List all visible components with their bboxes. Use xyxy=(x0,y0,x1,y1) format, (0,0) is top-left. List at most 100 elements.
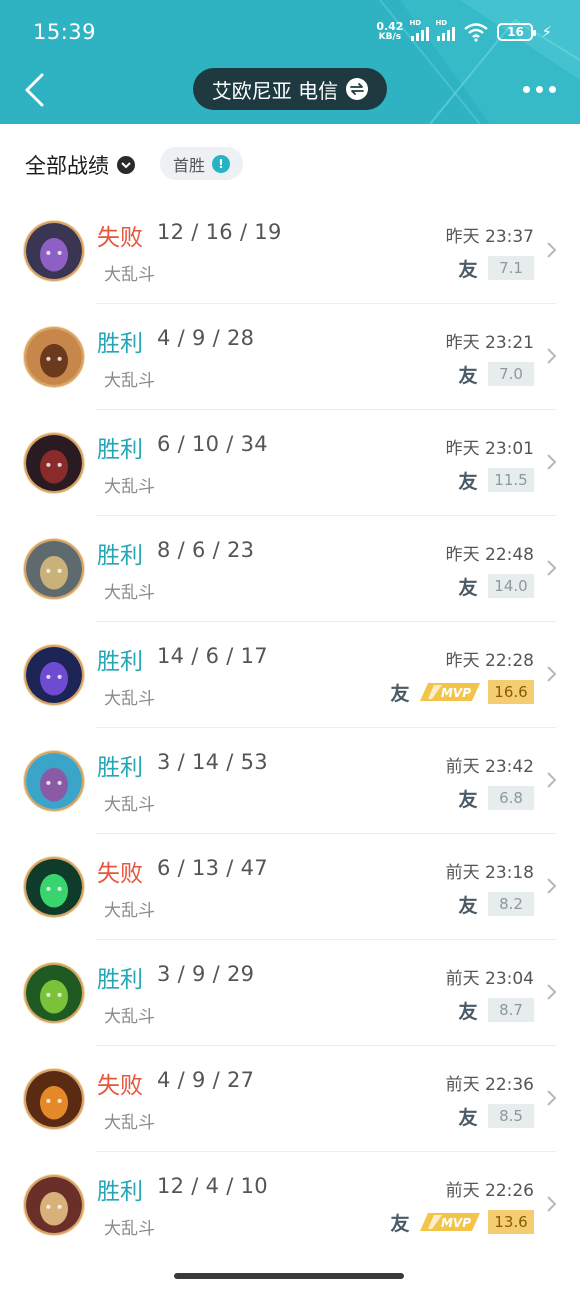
match-tags: 友 MVP 11.5 xyxy=(456,468,534,492)
dot-icon xyxy=(523,86,530,93)
match-row[interactable]: 胜利 12 / 4 / 10 大乱斗 前天 22:26 友 MVP 13.6 xyxy=(0,1152,580,1258)
champion-avatar xyxy=(24,539,84,599)
friend-icon: 友 xyxy=(390,682,409,704)
info-icon: ! xyxy=(212,154,230,173)
match-result: 胜利 xyxy=(97,755,143,781)
match-row[interactable]: 失败 12 / 16 / 19 大乱斗 昨天 23:37 友 MVP 7.1 xyxy=(0,198,580,304)
champion-portrait xyxy=(26,329,82,385)
kda-score: 6 / 13 / 47 xyxy=(157,856,268,880)
match-row[interactable]: 失败 6 / 13 / 47 大乱斗 前天 23:18 友 MVP 8.2 xyxy=(0,834,580,940)
match-row[interactable]: 失败 4 / 9 / 27 大乱斗 前天 22:36 友 MVP 8.5 xyxy=(0,1046,580,1152)
champion-portrait xyxy=(26,647,82,703)
match-tags: 友 MVP 14.0 xyxy=(456,574,534,598)
match-time: 昨天 23:21 xyxy=(445,333,534,353)
match-row[interactable]: 胜利 8 / 6 / 23 大乱斗 昨天 22:48 友 MVP 14.0 xyxy=(0,516,580,622)
champion-avatar xyxy=(24,327,84,387)
match-filter-dropdown[interactable]: 全部战绩 xyxy=(25,150,135,180)
dot-icon xyxy=(536,86,543,93)
match-time: 前天 23:18 xyxy=(445,863,534,883)
signal-icon: HD xyxy=(435,19,456,41)
match-time: 前天 23:04 xyxy=(445,969,534,989)
status-time: 15:39 xyxy=(33,20,97,44)
kda-score: 6 / 10 / 34 xyxy=(157,432,268,456)
champion-portrait xyxy=(26,859,82,915)
chevron-right-icon xyxy=(547,1090,557,1106)
svg-text:友: 友 xyxy=(458,470,477,492)
match-tags: 友 MVP 13.6 xyxy=(388,1210,534,1234)
signal-icon: HD xyxy=(409,19,430,41)
champion-portrait xyxy=(26,1071,82,1127)
match-row[interactable]: 胜利 3 / 14 / 53 大乱斗 前天 23:42 友 MVP 6.8 xyxy=(0,728,580,834)
match-time: 前天 23:42 xyxy=(445,757,534,777)
match-rating: 11.5 xyxy=(488,468,534,492)
match-time: 前天 22:36 xyxy=(445,1075,534,1095)
sim2-hd-label: HD xyxy=(435,19,448,27)
match-rating: 6.8 xyxy=(488,786,534,810)
match-result: 失败 xyxy=(97,225,143,251)
match-time: 昨天 22:28 xyxy=(445,651,534,671)
filter-bar: 全部战绩 首胜 ! xyxy=(0,124,580,200)
champion-portrait xyxy=(26,541,82,597)
kda-score: 4 / 9 / 27 xyxy=(157,1068,255,1092)
first-win-chip[interactable]: 首胜 ! xyxy=(160,147,243,180)
match-tags: 友 MVP 8.2 xyxy=(456,892,534,916)
more-options-button[interactable] xyxy=(523,86,556,93)
match-tags: 友 MVP 16.6 xyxy=(388,680,534,704)
status-bar: 15:39 0.42 KB/s HD HD 16 ⚡ xyxy=(0,0,580,62)
champion-avatar xyxy=(24,857,84,917)
charging-icon: ⚡ xyxy=(541,23,552,41)
chevron-right-icon xyxy=(547,772,557,788)
match-rating: 8.2 xyxy=(488,892,534,916)
match-result: 胜利 xyxy=(97,543,143,569)
champion-avatar xyxy=(24,221,84,281)
back-button[interactable] xyxy=(22,72,48,108)
match-result: 失败 xyxy=(97,1073,143,1099)
match-time: 昨天 23:37 xyxy=(445,227,534,247)
game-mode: 大乱斗 xyxy=(104,901,155,921)
champion-portrait xyxy=(26,753,82,809)
game-mode: 大乱斗 xyxy=(104,265,155,285)
match-row[interactable]: 胜利 4 / 9 / 28 大乱斗 昨天 23:21 友 MVP 7.0 xyxy=(0,304,580,410)
chevron-right-icon xyxy=(547,984,557,1000)
match-rating: 13.6 xyxy=(488,1210,534,1234)
kda-score: 8 / 6 / 23 xyxy=(157,538,255,562)
mvp-badge-icon: MVP xyxy=(420,1213,480,1231)
chevron-right-icon xyxy=(547,454,557,470)
kda-score: 3 / 14 / 53 xyxy=(157,750,268,774)
svg-text:友: 友 xyxy=(458,1106,477,1128)
champion-portrait xyxy=(26,965,82,1021)
kda-score: 12 / 4 / 10 xyxy=(157,1174,268,1198)
svg-text:友: 友 xyxy=(458,258,477,280)
champion-portrait xyxy=(26,435,82,491)
match-history-list: 失败 12 / 16 / 19 大乱斗 昨天 23:37 友 MVP 7.1 xyxy=(0,198,580,1258)
server-switcher[interactable]: 艾欧尼亚 电信 xyxy=(193,68,387,110)
svg-text:友: 友 xyxy=(458,1000,477,1022)
sim1-hd-label: HD xyxy=(409,19,422,27)
champion-avatar xyxy=(24,645,84,705)
mvp-badge-icon: MVP xyxy=(420,683,480,701)
first-win-label: 首胜 xyxy=(172,155,205,175)
friend-icon: 友 xyxy=(390,1212,409,1234)
kda-score: 4 / 9 / 28 xyxy=(157,326,255,350)
match-row[interactable]: 胜利 14 / 6 / 17 大乱斗 昨天 22:28 友 MVP 16.6 xyxy=(0,622,580,728)
match-rating: 16.6 xyxy=(488,680,534,704)
match-row[interactable]: 胜利 6 / 10 / 34 大乱斗 昨天 23:01 友 MVP 11.5 xyxy=(0,410,580,516)
friend-icon: 友 xyxy=(458,258,477,280)
match-result: 失败 xyxy=(97,861,143,887)
match-time: 前天 22:26 xyxy=(445,1181,534,1201)
svg-text:友: 友 xyxy=(458,788,477,810)
game-mode: 大乱斗 xyxy=(104,689,155,709)
kda-score: 12 / 16 / 19 xyxy=(157,220,282,244)
svg-text:友: 友 xyxy=(390,1212,409,1234)
svg-text:友: 友 xyxy=(458,364,477,386)
home-indicator[interactable] xyxy=(174,1273,404,1279)
match-time: 昨天 22:48 xyxy=(445,545,534,565)
friend-icon: 友 xyxy=(458,894,477,916)
match-tags: 友 MVP 8.7 xyxy=(456,998,534,1022)
chevron-down-icon xyxy=(117,156,135,174)
match-result: 胜利 xyxy=(97,331,143,357)
svg-text:MVP: MVP xyxy=(441,686,471,700)
network-speed-value: 0.42 xyxy=(376,20,404,33)
champion-avatar xyxy=(24,963,84,1023)
match-row[interactable]: 胜利 3 / 9 / 29 大乱斗 前天 23:04 友 MVP 8.7 xyxy=(0,940,580,1046)
